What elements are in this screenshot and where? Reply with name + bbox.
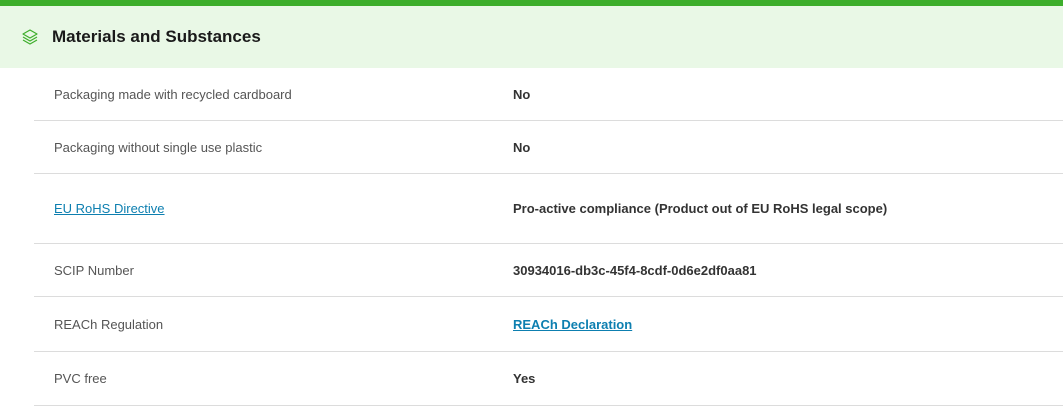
row-label: PVC free xyxy=(54,371,107,386)
row-label-cell: EU RoHS Directive xyxy=(34,174,513,243)
materials-substances-panel: Materials and Substances Packaging made … xyxy=(0,0,1063,406)
row-value: No xyxy=(513,86,531,102)
reach-declaration-link[interactable]: REACh Declaration xyxy=(513,316,632,333)
row-value-cell: REACh Declaration xyxy=(513,297,933,351)
table-row: REACh Regulation REACh Declaration xyxy=(34,297,1063,352)
row-value: Yes xyxy=(513,371,536,386)
table-row: Packaging without single use plastic No xyxy=(34,121,1063,174)
eu-rohs-directive-link[interactable]: EU RoHS Directive xyxy=(54,201,165,216)
table-row: Packaging made with recycled cardboard N… xyxy=(34,68,1063,121)
row-label: Packaging made with recycled cardboard xyxy=(54,86,292,102)
scip-number-value: 30934016-db3c-45f4-8cdf-0d6e2df0aa81 xyxy=(513,262,757,278)
property-list: Packaging made with recycled cardboard N… xyxy=(34,68,1063,406)
row-value: No xyxy=(513,139,531,155)
row-label: REACh Regulation xyxy=(54,316,164,332)
table-row: PVC free Yes xyxy=(34,352,1063,406)
section-title: Materials and Substances xyxy=(52,27,261,46)
row-label: Packaging without single use plastic xyxy=(54,139,263,155)
table-row: SCIP Number 30934016-db3c-45f4-8cdf-0d6e… xyxy=(34,244,1063,297)
row-label: SCIP Number xyxy=(54,262,134,278)
section-header[interactable]: Materials and Substances xyxy=(0,6,1063,68)
row-value: Pro-active compliance (Product out of EU… xyxy=(513,201,888,216)
table-row: EU RoHS Directive Pro-active compliance … xyxy=(34,174,1063,244)
layers-icon xyxy=(20,27,40,47)
